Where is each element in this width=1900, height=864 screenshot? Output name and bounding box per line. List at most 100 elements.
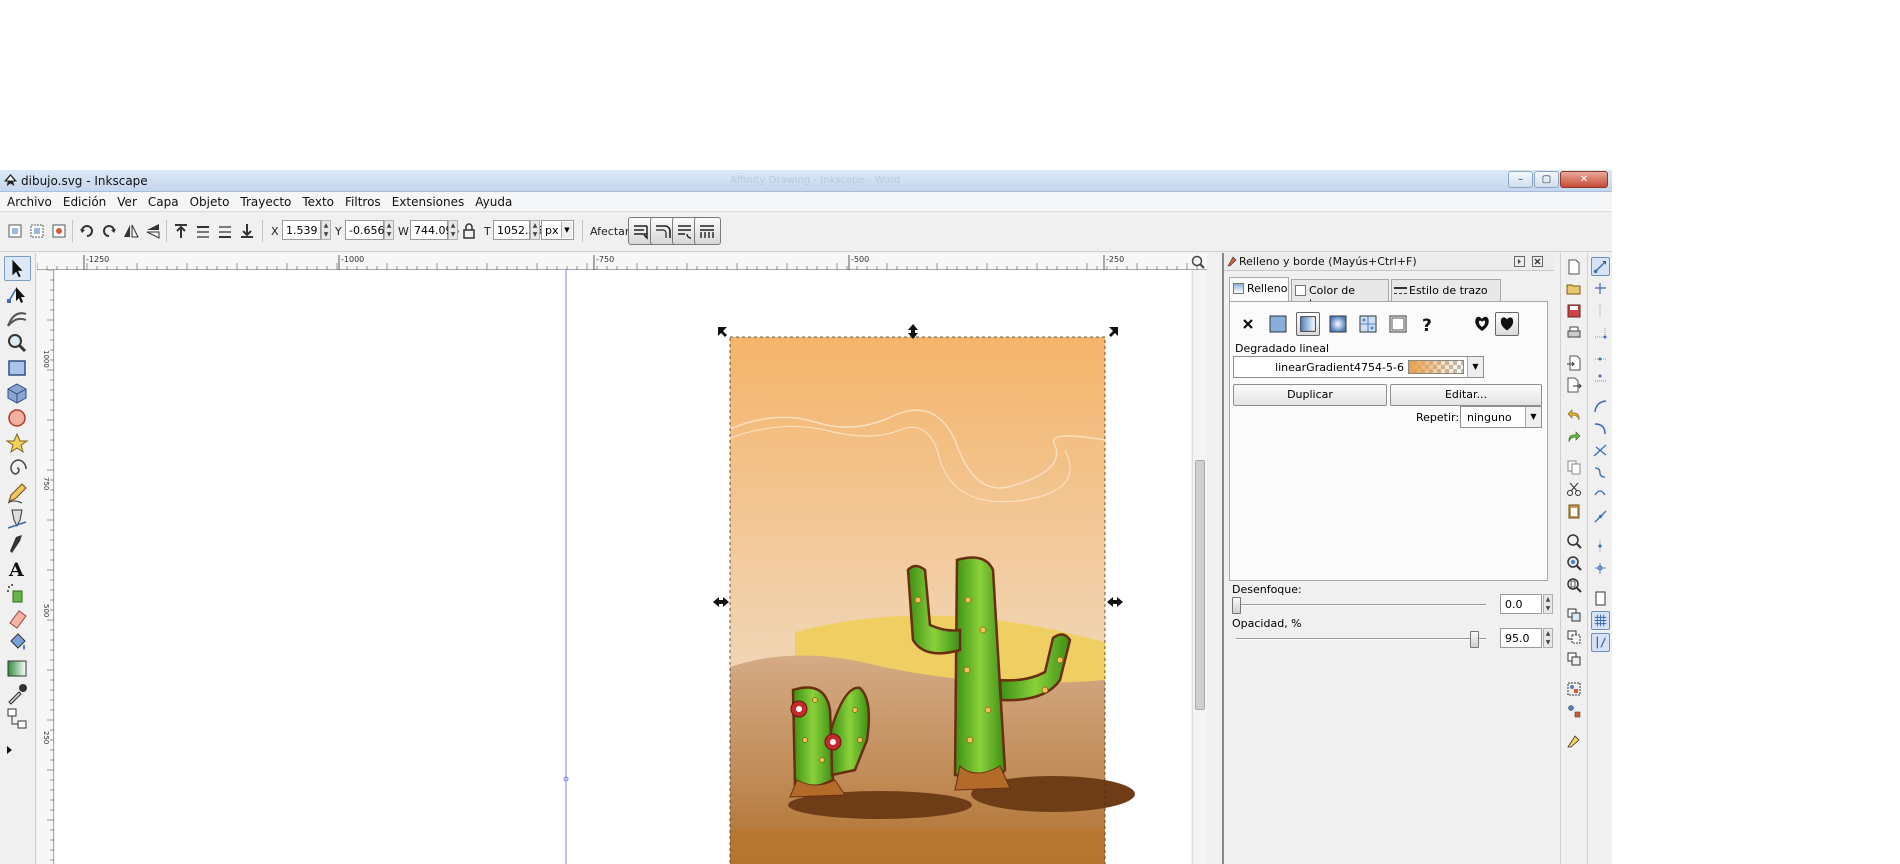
- rectangle-tool-icon[interactable]: [4, 356, 31, 381]
- eraser-tool-icon[interactable]: [4, 606, 31, 631]
- toolbox-overflow-icon[interactable]: [4, 743, 31, 757]
- star-tool-icon[interactable]: [4, 431, 31, 456]
- w-input[interactable]: 744.095: [410, 220, 460, 240]
- deselect-icon[interactable]: [50, 222, 68, 240]
- no-paint-icon[interactable]: [1236, 312, 1260, 336]
- select-all-layers-icon[interactable]: [28, 222, 46, 240]
- gradient-select[interactable]: linearGradient4754-5-6 ▼: [1233, 356, 1484, 378]
- snap-bbox-center-icon[interactable]: [1591, 367, 1610, 386]
- open-icon[interactable]: [1566, 281, 1582, 297]
- horizontal-ruler[interactable]: -1250-1000-750-500-2500250500750: [36, 253, 1366, 270]
- menu-capa[interactable]: Capa: [141, 192, 183, 209]
- close-dialog-icon[interactable]: [1532, 256, 1543, 267]
- flip-vertical-icon[interactable]: [144, 222, 162, 240]
- drawing-canvas[interactable]: [55, 270, 1191, 864]
- zoom-drawing-icon[interactable]: [1566, 555, 1582, 571]
- menu-objeto[interactable]: Objeto: [183, 192, 234, 209]
- select-all-icon[interactable]: [6, 222, 24, 240]
- menu-edicion[interactable]: Edición: [56, 192, 110, 209]
- menu-trayecto[interactable]: Trayecto: [233, 192, 295, 209]
- canvas-vertical-scrollbar[interactable]: [1192, 270, 1207, 864]
- import-icon[interactable]: [1566, 355, 1582, 371]
- h-input[interactable]: 1052.36: [493, 220, 543, 240]
- unit-select[interactable]: px ▼: [541, 220, 574, 240]
- selector-tool-icon[interactable]: [4, 256, 31, 281]
- tab-fill[interactable]: Relleno: [1229, 277, 1289, 301]
- snap-paths-icon[interactable]: [1591, 419, 1610, 438]
- undo-icon[interactable]: [1566, 407, 1582, 423]
- blur-spinner[interactable]: ▲ ▼: [1543, 594, 1553, 614]
- redo-icon[interactable]: [1566, 429, 1582, 445]
- vertical-ruler[interactable]: 1000 750 500 250: [37, 269, 54, 864]
- snap-bbox-icon[interactable]: [1591, 279, 1610, 298]
- print-icon[interactable]: [1566, 325, 1582, 341]
- snap-toggle-icon[interactable]: [1591, 257, 1610, 276]
- maximize-button[interactable]: ▢: [1534, 171, 1559, 188]
- pen-tool-icon[interactable]: [4, 506, 31, 531]
- opacity-slider-thumb[interactable]: [1469, 631, 1479, 648]
- 3d-box-tool-icon[interactable]: [4, 381, 31, 406]
- snap-object-midpoints-icon[interactable]: [1591, 537, 1610, 556]
- text-tool-icon[interactable]: A: [4, 556, 31, 581]
- zoom-selection-icon[interactable]: [1566, 533, 1582, 549]
- paint-bucket-tool-icon[interactable]: [4, 631, 31, 656]
- snap-grids-icon[interactable]: [1591, 611, 1610, 630]
- x-spinner[interactable]: ▲ ▼: [321, 220, 331, 240]
- lower-icon[interactable]: [216, 222, 234, 240]
- raise-to-top-icon[interactable]: [172, 222, 190, 240]
- clone-icon[interactable]: [1566, 629, 1582, 645]
- menu-filtros[interactable]: Filtros: [338, 192, 385, 209]
- group-icon[interactable]: [1566, 681, 1582, 697]
- save-icon[interactable]: [1566, 303, 1582, 319]
- spiral-tool-icon[interactable]: [4, 456, 31, 481]
- close-button[interactable]: ✕: [1560, 171, 1608, 188]
- connector-tool-icon[interactable]: [4, 706, 31, 731]
- snap-bbox-edge-icon[interactable]: [1591, 301, 1610, 320]
- opacity-spinner[interactable]: ▲ ▼: [1543, 628, 1553, 648]
- snap-bbox-midpoint-icon[interactable]: [1591, 345, 1610, 364]
- x-input[interactable]: 1.539: [282, 220, 321, 240]
- snap-line-midpoints-icon[interactable]: [1591, 507, 1610, 526]
- copy-icon[interactable]: [1566, 459, 1582, 475]
- duplicate-icon[interactable]: [1566, 607, 1582, 623]
- snap-bbox-corner-icon[interactable]: [1591, 323, 1610, 342]
- linear-gradient-icon[interactable]: [1296, 312, 1320, 336]
- snap-intersections-icon[interactable]: [1591, 441, 1610, 460]
- zoom-page-icon[interactable]: [1566, 577, 1582, 593]
- repeat-select[interactable]: ninguno ▼: [1460, 406, 1542, 428]
- zoom-tool-icon[interactable]: [4, 331, 31, 356]
- tweak-tool-icon[interactable]: [4, 306, 31, 331]
- snap-smooth-nodes-icon[interactable]: [1591, 485, 1610, 504]
- rotate-ccw-icon[interactable]: [78, 222, 96, 240]
- menu-ayuda[interactable]: Ayuda: [468, 192, 516, 209]
- scrollbar-thumb[interactable]: [1195, 460, 1205, 710]
- snap-rotation-center-icon[interactable]: [1591, 559, 1610, 578]
- y-input[interactable]: -0.656: [345, 220, 384, 240]
- snap-cusp-nodes-icon[interactable]: [1591, 463, 1610, 482]
- ungroup-icon[interactable]: [1566, 703, 1582, 719]
- calligraphy-tool-icon[interactable]: [4, 531, 31, 556]
- new-document-icon[interactable]: [1566, 259, 1582, 275]
- menu-extensiones[interactable]: Extensiones: [385, 192, 469, 209]
- gradient-tool-icon[interactable]: [4, 656, 31, 681]
- fill-rule-evenodd-icon[interactable]: [1470, 312, 1494, 336]
- h-spinner[interactable]: ▲ ▼: [530, 220, 540, 240]
- fill-rule-nonzero-icon[interactable]: [1495, 312, 1519, 336]
- blur-slider-thumb[interactable]: [1232, 597, 1241, 614]
- y-spinner[interactable]: ▲ ▼: [384, 220, 394, 240]
- tab-stroke-paint[interactable]: Color de trazo: [1291, 279, 1389, 310]
- dropper-tool-icon[interactable]: [4, 681, 31, 706]
- swatch-icon[interactable]: [1386, 312, 1410, 336]
- radial-gradient-icon[interactable]: [1326, 312, 1350, 336]
- tab-stroke-style[interactable]: Estilo de trazo: [1391, 279, 1501, 301]
- unset-paint-icon[interactable]: ?: [1416, 312, 1440, 336]
- menu-texto[interactable]: Texto: [295, 192, 338, 209]
- ellipse-tool-icon[interactable]: [4, 406, 31, 431]
- pattern-icon[interactable]: [1356, 312, 1380, 336]
- menu-archivo[interactable]: Archivo: [0, 192, 56, 209]
- lock-icon[interactable]: [460, 222, 478, 240]
- flip-horizontal-icon[interactable]: [122, 222, 140, 240]
- unlink-clone-icon[interactable]: [1566, 651, 1582, 667]
- lower-to-bottom-icon[interactable]: [238, 222, 256, 240]
- menu-ver[interactable]: Ver: [110, 192, 141, 209]
